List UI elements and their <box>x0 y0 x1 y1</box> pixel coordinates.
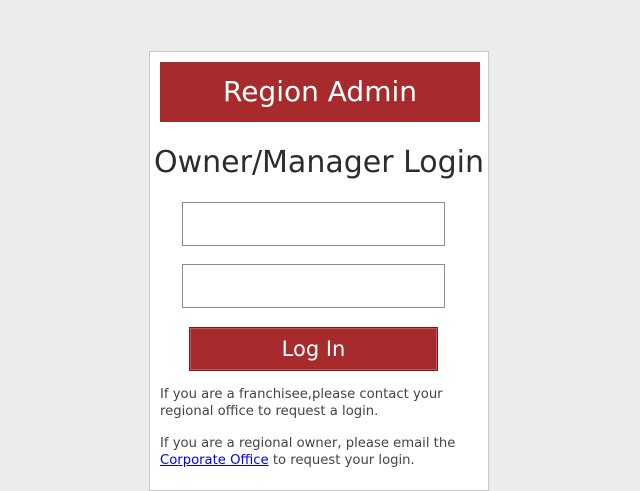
franchisee-info-label: If you are a franchisee,please contact y… <box>160 387 443 419</box>
franchisee-info-text: If you are a franchisee,please contact y… <box>160 386 485 420</box>
username-field[interactable] <box>182 202 445 246</box>
login-card: Region Admin Owner/Manager Login Log In … <box>149 51 489 491</box>
corporate-office-link[interactable]: Corporate Office <box>160 453 269 468</box>
owner-info-text: If you are a regional owner, please emai… <box>160 435 485 469</box>
owner-info-prefix: If you are a regional owner, please emai… <box>160 436 456 451</box>
page-title: Owner/Manager Login <box>153 145 485 180</box>
login-button[interactable]: Log In <box>189 327 438 371</box>
region-admin-banner: Region Admin <box>160 62 480 122</box>
password-field[interactable] <box>182 264 445 308</box>
owner-info-suffix: to request your login. <box>268 453 415 468</box>
